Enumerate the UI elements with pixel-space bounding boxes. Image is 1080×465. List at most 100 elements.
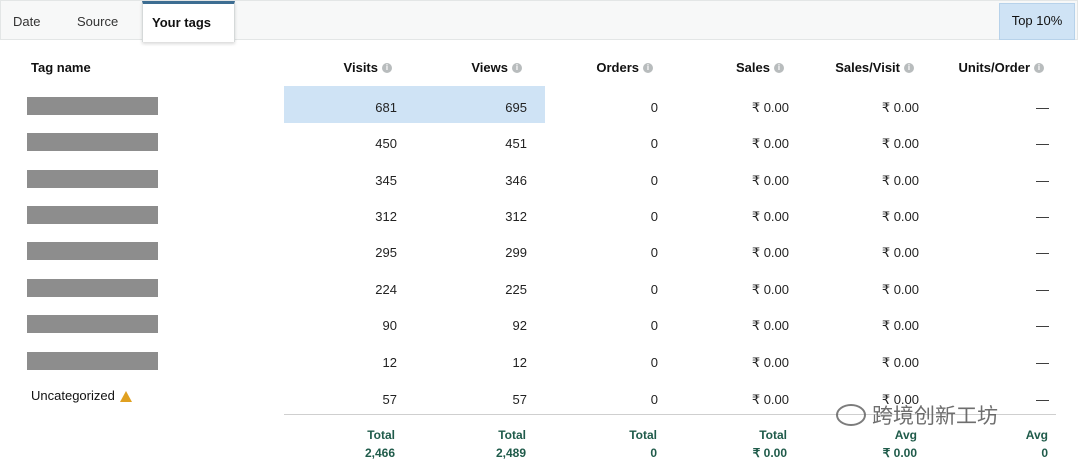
views-cell: 225 bbox=[505, 282, 527, 297]
header-visits[interactable]: Visits i bbox=[300, 60, 392, 75]
sales-visit-cell: ₹ 0.00 bbox=[881, 173, 919, 188]
views-cell: 695 bbox=[505, 100, 527, 115]
table-row[interactable]: 295 299 0 ₹ 0.00 ₹ 0.00 — bbox=[0, 235, 1080, 271]
sales-cell: ₹ 0.00 bbox=[751, 209, 789, 224]
header-sales-visit[interactable]: Sales/Visit i bbox=[800, 60, 914, 75]
watermark: 跨境创新工坊 bbox=[836, 400, 998, 430]
redacted-tag-name bbox=[27, 315, 158, 333]
header-units-order-label: Units/Order bbox=[958, 60, 1030, 75]
sales-cell: ₹ 0.00 bbox=[751, 100, 789, 115]
tab-source[interactable]: Source bbox=[77, 1, 118, 41]
visits-cell: 312 bbox=[375, 209, 397, 224]
header-tag-name-label: Tag name bbox=[31, 60, 91, 75]
total-visits-value: 2,466 bbox=[364, 446, 395, 460]
info-icon[interactable]: i bbox=[512, 62, 522, 73]
views-cell: 57 bbox=[512, 392, 527, 407]
redacted-tag-name bbox=[27, 352, 158, 370]
header-units-order[interactable]: Units/Order i bbox=[930, 60, 1044, 75]
visits-cell: 345 bbox=[375, 173, 397, 188]
orders-cell: 0 bbox=[650, 245, 658, 260]
top-10-percent-button[interactable]: Top 10% bbox=[999, 3, 1075, 40]
units-order-cell: — bbox=[1036, 245, 1049, 260]
sales-cell: ₹ 0.00 bbox=[751, 136, 789, 151]
total-orders: Total 0 bbox=[560, 426, 657, 462]
views-cell: 312 bbox=[505, 209, 527, 224]
orders-cell: 0 bbox=[650, 392, 658, 407]
header-visits-label: Visits bbox=[343, 60, 378, 75]
header-sales-visit-label: Sales/Visit bbox=[835, 60, 900, 75]
header-views[interactable]: Views i bbox=[430, 60, 522, 75]
visits-cell: 12 bbox=[382, 355, 397, 370]
units-order-cell: — bbox=[1036, 209, 1049, 224]
units-order-cell: — bbox=[1036, 282, 1049, 297]
sales-visit-cell: ₹ 0.00 bbox=[881, 282, 919, 297]
orders-cell: 0 bbox=[650, 355, 658, 370]
table-row[interactable]: 345 346 0 ₹ 0.00 ₹ 0.00 — bbox=[0, 163, 1080, 199]
redacted-tag-name bbox=[27, 133, 158, 151]
table-row[interactable]: 681 695 0 ₹ 0.00 ₹ 0.00 — bbox=[0, 90, 1080, 126]
sales-visit-cell: ₹ 0.00 bbox=[881, 100, 919, 115]
header-tag-name[interactable]: Tag name bbox=[31, 60, 91, 75]
redacted-tag-name bbox=[27, 242, 158, 260]
avg-sales-visit-value: ₹ 0.00 bbox=[882, 446, 917, 460]
wechat-icon bbox=[836, 404, 866, 426]
info-icon[interactable]: i bbox=[382, 62, 392, 73]
views-cell: 92 bbox=[512, 318, 527, 333]
total-views-value: 2,489 bbox=[495, 446, 526, 460]
redacted-tag-name bbox=[27, 279, 158, 297]
tab-date[interactable]: Date bbox=[13, 1, 40, 41]
orders-cell: 0 bbox=[650, 209, 658, 224]
total-views: Total 2,489 bbox=[430, 426, 526, 462]
visits-cell: 57 bbox=[382, 392, 397, 407]
sales-cell: ₹ 0.00 bbox=[751, 355, 789, 370]
sales-visit-cell: ₹ 0.00 bbox=[881, 209, 919, 224]
table-row[interactable]: 450 451 0 ₹ 0.00 ₹ 0.00 — bbox=[0, 126, 1080, 162]
visits-cell: 295 bbox=[375, 245, 397, 260]
units-order-cell: — bbox=[1036, 136, 1049, 151]
header-sales[interactable]: Sales i bbox=[690, 60, 784, 75]
visits-cell: 681 bbox=[375, 100, 397, 115]
views-cell: 299 bbox=[505, 245, 527, 260]
table-row[interactable]: 90 92 0 ₹ 0.00 ₹ 0.00 — bbox=[0, 308, 1080, 344]
total-views-label: Total bbox=[498, 428, 526, 442]
header-views-label: Views bbox=[471, 60, 508, 75]
total-visits: Total 2,466 bbox=[300, 426, 395, 462]
sales-visit-cell: ₹ 0.00 bbox=[881, 245, 919, 260]
info-icon[interactable]: i bbox=[904, 62, 914, 73]
warning-icon[interactable] bbox=[119, 390, 132, 428]
info-icon[interactable]: i bbox=[774, 62, 784, 73]
sales-cell: ₹ 0.00 bbox=[751, 392, 789, 407]
sales-cell: ₹ 0.00 bbox=[751, 245, 789, 260]
avg-sales-visit: Avg ₹ 0.00 bbox=[800, 426, 917, 462]
visits-cell: 224 bbox=[375, 282, 397, 297]
table-row[interactable]: 312 312 0 ₹ 0.00 ₹ 0.00 — bbox=[0, 199, 1080, 235]
header-orders[interactable]: Orders i bbox=[560, 60, 653, 75]
redacted-tag-name bbox=[27, 170, 158, 188]
total-sales-label: Total bbox=[759, 428, 787, 442]
visits-cell: 450 bbox=[375, 136, 397, 151]
sales-cell: ₹ 0.00 bbox=[751, 173, 789, 188]
orders-cell: 0 bbox=[650, 136, 658, 151]
units-order-cell: — bbox=[1036, 100, 1049, 115]
avg-units-order-value: 0 bbox=[1041, 446, 1048, 460]
total-orders-value: 0 bbox=[650, 446, 657, 460]
sales-visit-cell: ₹ 0.00 bbox=[881, 318, 919, 333]
table-row[interactable]: 12 12 0 ₹ 0.00 ₹ 0.00 — bbox=[0, 345, 1080, 381]
total-orders-label: Total bbox=[629, 428, 657, 442]
info-icon[interactable]: i bbox=[643, 62, 653, 73]
visits-cell: 90 bbox=[382, 318, 397, 333]
views-cell: 451 bbox=[505, 136, 527, 151]
table-row[interactable]: 224 225 0 ₹ 0.00 ₹ 0.00 — bbox=[0, 272, 1080, 308]
units-order-cell: — bbox=[1036, 173, 1049, 188]
info-icon[interactable]: i bbox=[1034, 62, 1044, 73]
tab-bar: Date Source Your tags Top 10% bbox=[0, 0, 1078, 42]
tag-uncategorized[interactable]: Uncategorized bbox=[31, 378, 132, 428]
total-sales-value: ₹ 0.00 bbox=[752, 446, 787, 460]
tag-name-label: Uncategorized bbox=[31, 388, 115, 403]
orders-cell: 0 bbox=[650, 173, 658, 188]
header-sales-label: Sales bbox=[736, 60, 770, 75]
tab-your-tags[interactable]: Your tags bbox=[142, 1, 235, 42]
avg-units-order: Avg 0 bbox=[930, 426, 1048, 462]
sales-visit-cell: ₹ 0.00 bbox=[881, 136, 919, 151]
orders-cell: 0 bbox=[650, 318, 658, 333]
